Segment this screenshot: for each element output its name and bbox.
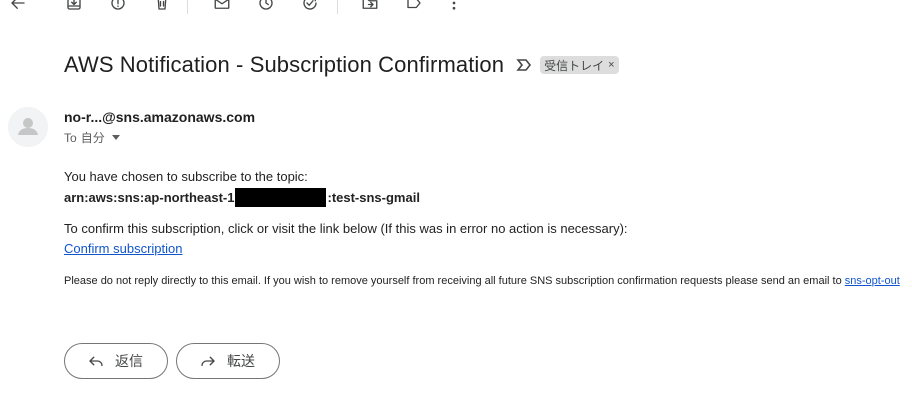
arn-suffix: :test-sns-gmail xyxy=(327,190,420,205)
forward-label: 転送 xyxy=(227,353,255,369)
importance-marker-icon[interactable] xyxy=(516,57,532,73)
add-task-icon[interactable] xyxy=(298,0,322,15)
inbox-label-chip: 受信トレイ × xyxy=(540,56,619,74)
avatar xyxy=(8,107,48,147)
archive-icon[interactable] xyxy=(62,0,86,15)
topic-arn: arn:aws:sns:ap-northeast-1 :test-sns-gma… xyxy=(64,188,420,207)
reply-label: 返信 xyxy=(115,353,143,369)
arn-prefix: arn:aws:sns:ap-northeast-1 xyxy=(64,190,235,205)
snooze-icon[interactable] xyxy=(254,0,278,15)
mark-unread-icon[interactable] xyxy=(210,0,234,15)
remove-label-icon[interactable]: × xyxy=(608,59,614,71)
forward-button[interactable]: 転送 xyxy=(176,343,280,379)
email-view: AWS Notification - Subscription Confirma… xyxy=(0,0,912,408)
footer-text: Please do not reply directly to this ema… xyxy=(64,275,845,287)
recipient-name: 自分 xyxy=(80,131,105,145)
delete-icon[interactable] xyxy=(150,0,174,15)
sender-address[interactable]: no-r...@sns.amazonaws.com xyxy=(64,109,255,125)
email-subject: AWS Notification - Subscription Confirma… xyxy=(64,52,505,77)
redacted-account-id xyxy=(235,188,327,207)
confirm-subscription-link[interactable]: Confirm subscription xyxy=(64,241,183,256)
reply-button[interactable]: 返信 xyxy=(64,343,168,379)
body-line-instructions: To confirm this subscription, click or v… xyxy=(64,221,628,236)
move-to-icon[interactable] xyxy=(358,0,382,15)
body-line-subscribe: You have chosen to subscribe to the topi… xyxy=(64,169,308,184)
show-details-icon[interactable] xyxy=(111,135,120,140)
label-chip-text: 受信トレイ xyxy=(544,58,605,73)
toolbar xyxy=(0,0,912,16)
more-icon[interactable] xyxy=(442,0,466,15)
footer-notice: Please do not reply directly to this ema… xyxy=(64,275,900,287)
reply-icon xyxy=(89,356,103,367)
label-icon[interactable] xyxy=(402,0,426,15)
toolbar-divider xyxy=(337,0,338,14)
toolbar-divider xyxy=(187,0,188,14)
subject-row: AWS Notification - Subscription Confirma… xyxy=(64,50,619,80)
forward-icon xyxy=(201,356,215,367)
opt-out-link[interactable]: sns-opt-out xyxy=(845,275,900,287)
recipient-line: To 自分 xyxy=(64,129,120,146)
back-arrow-icon[interactable] xyxy=(6,0,30,15)
report-spam-icon[interactable] xyxy=(106,0,130,15)
to-prefix: To xyxy=(64,130,77,145)
